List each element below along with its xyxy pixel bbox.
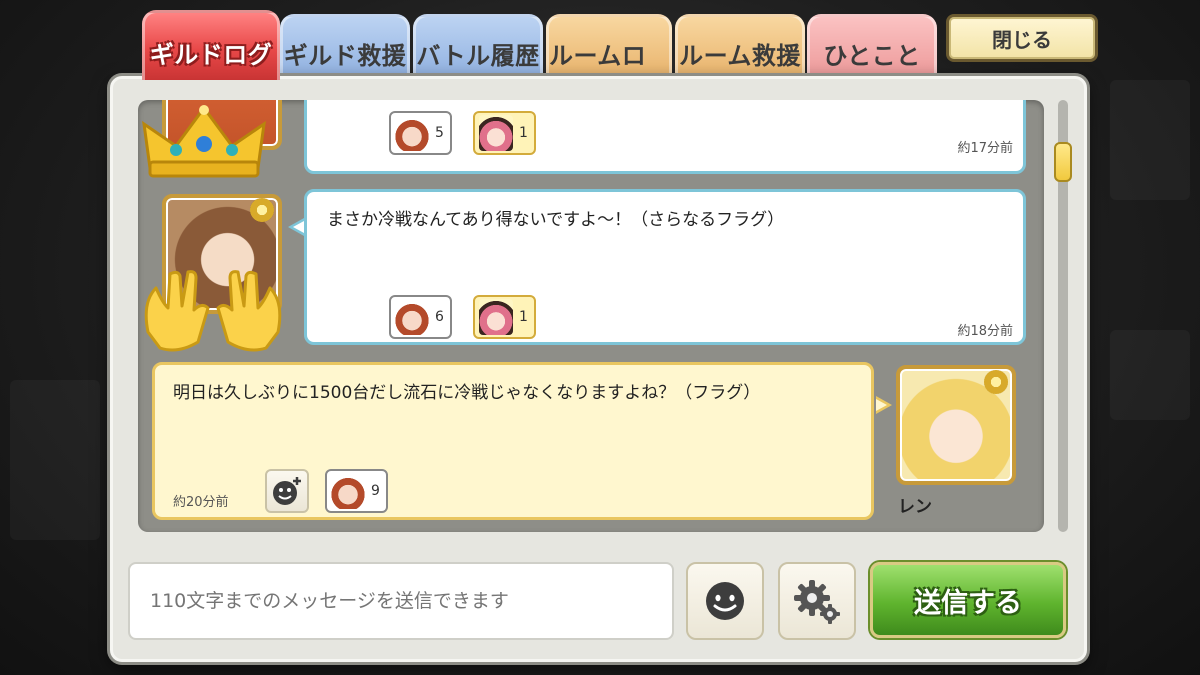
guild-medal-icon — [984, 370, 1008, 394]
tab-hitokoto[interactable]: ひとこと — [807, 14, 937, 80]
reaction-count: 9 — [371, 483, 380, 499]
reaction-stamp[interactable]: 1 — [473, 111, 536, 155]
pink-hair-character-stamp-icon — [479, 115, 513, 151]
gear-icon — [794, 580, 840, 624]
tab-room-rescue[interactable]: ルーム救援 — [675, 14, 805, 80]
message-text: 明日は久しぶりに1500台だし流石に冷戦じゃなくなりますよね？（フラグ） — [173, 383, 761, 403]
message-time: 約17分前 — [957, 141, 1013, 156]
message-input[interactable] — [128, 562, 674, 640]
reaction-stamp[interactable]: 1 — [473, 295, 536, 339]
message-time: 約18分前 — [957, 324, 1013, 339]
clapping-hands-icon — [144, 270, 282, 352]
pink-hair-character-stamp-icon — [479, 299, 513, 335]
message-text: まさか冷戦なんてあり得ないですよ～！（さらなるフラグ） — [327, 210, 785, 230]
add-reaction-button[interactable] — [265, 469, 309, 513]
message-bubble: 5 1 約17分前 — [304, 100, 1026, 174]
guild-medal-icon — [250, 198, 274, 222]
message-bubble-own: 明日は久しぶりに1500台だし流石に冷戦じゃなくなりますよね？（フラグ） 約20… — [152, 362, 874, 520]
reaction-count: 5 — [435, 125, 444, 141]
reaction-stamp[interactable]: 9 — [325, 469, 388, 513]
send-button[interactable]: 送信する — [870, 562, 1066, 638]
smiley-add-icon — [273, 477, 301, 505]
reaction-count: 1 — [519, 309, 528, 325]
tab-guild-rescue[interactable]: ギルド救援 — [280, 14, 410, 80]
bubble-tail — [288, 218, 304, 236]
message-time: 約20分前 — [173, 495, 229, 510]
bubble-tail — [876, 396, 892, 414]
laughing-face-stamp-icon — [331, 473, 365, 509]
background-shelf — [1110, 80, 1190, 200]
laughing-face-stamp-icon — [395, 115, 429, 151]
scrollbar-thumb[interactable] — [1054, 142, 1072, 182]
author-name: レン — [898, 497, 932, 517]
background-shelf — [10, 380, 100, 540]
crown-icon — [142, 105, 266, 178]
reaction-count: 6 — [435, 309, 444, 325]
background-shelf — [1110, 330, 1190, 420]
emoji-button[interactable] — [686, 562, 764, 640]
tab-battle-history[interactable]: バトル履歴 — [413, 14, 543, 80]
reaction-stamp[interactable]: 6 — [389, 295, 452, 339]
close-button[interactable]: 閉じる — [946, 14, 1098, 62]
message-feed[interactable]: 5 1 約17分前 まさか冷戦なんてあり得ないですよ～！（さらなるフラグ） 6 … — [138, 100, 1044, 532]
laughing-face-stamp-icon — [395, 299, 429, 335]
settings-button[interactable] — [778, 562, 856, 640]
tab-room-log[interactable]: ルームログ — [546, 14, 672, 105]
message-bubble: まさか冷戦なんてあり得ないですよ～！（さらなるフラグ） 6 1 約18分前 — [304, 189, 1026, 345]
smiley-icon — [706, 582, 744, 620]
tab-guild-log[interactable]: ギルドログ — [142, 10, 280, 80]
reaction-stamp[interactable]: 5 — [389, 111, 452, 155]
reaction-count: 1 — [519, 125, 528, 141]
